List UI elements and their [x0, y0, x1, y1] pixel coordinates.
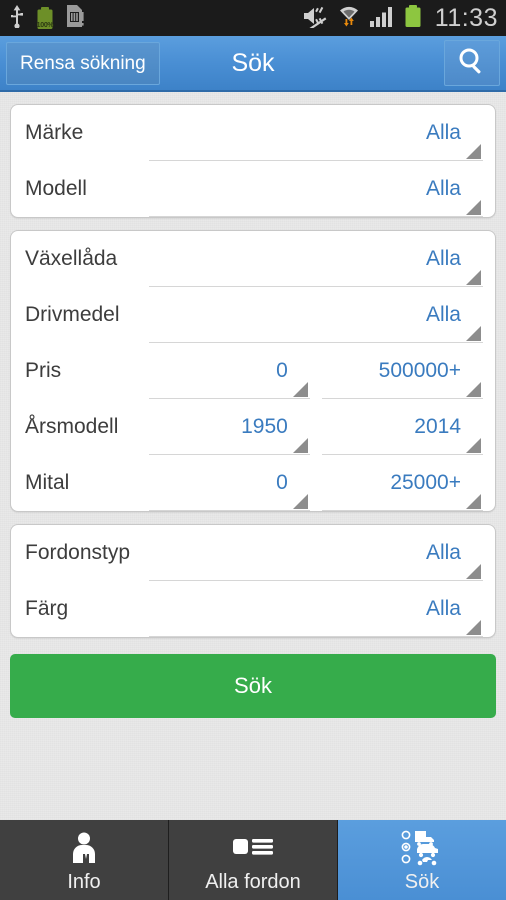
chevron-down-icon — [466, 144, 481, 159]
filter-fields: Alla — [148, 581, 483, 637]
filter-row-mital: Mital 0 25000+ — [11, 455, 495, 511]
filter-value: 1950 — [241, 414, 288, 438]
filter-row-pris: Pris 0 500000+ — [11, 343, 495, 399]
filter-select-marke[interactable]: Alla — [148, 105, 483, 161]
sd-card-warning-icon — [64, 4, 86, 33]
chevron-down-icon — [466, 620, 481, 635]
filter-select-arsmodell-max[interactable]: 2014 — [321, 399, 483, 455]
filter-label: Drivmedel — [25, 303, 120, 326]
vehicle-select-icon — [400, 829, 444, 867]
status-icons-right: 11:33 — [301, 3, 498, 34]
filter-card-specs: Växellåda Alla Drivmedel Alla Pris 0 500… — [10, 230, 496, 512]
filter-value: Alla — [425, 596, 461, 620]
chevron-down-icon — [466, 270, 481, 285]
filter-value: 2014 — [414, 414, 461, 438]
chevron-down-icon — [466, 326, 481, 341]
filter-label: Modell — [25, 177, 87, 200]
chevron-down-icon — [292, 438, 308, 453]
filter-fields: 0 25000+ — [148, 455, 483, 511]
search-icon — [456, 45, 488, 82]
app-header: Rensa sökning Sök — [0, 36, 506, 92]
tab-sok[interactable]: Sök — [338, 820, 506, 900]
filter-select-pris-max[interactable]: 500000+ — [321, 343, 483, 399]
filter-row-drivmedel: Drivmedel Alla — [11, 287, 495, 343]
search-form-scroll[interactable]: Märke Alla Modell Alla Växellåda Alla Dr… — [0, 92, 506, 900]
filter-value: Alla — [425, 302, 461, 326]
filter-select-fordonstyp[interactable]: Alla — [148, 525, 483, 581]
filter-row-marke: Märke Alla — [11, 105, 495, 161]
filter-select-mital-max[interactable]: 25000+ — [321, 455, 483, 511]
filter-label: Märke — [25, 121, 84, 144]
filter-row-modell: Modell Alla — [11, 161, 495, 217]
chevron-down-icon — [466, 494, 481, 509]
chevron-down-icon — [466, 438, 481, 453]
clock-label: 11:33 — [434, 3, 498, 32]
filter-value: Alla — [425, 120, 461, 144]
wifi-transfer-icon — [337, 4, 361, 33]
filter-label: Mital — [25, 471, 70, 494]
signal-bars-icon — [369, 4, 395, 33]
person-icon — [66, 829, 102, 867]
filter-value: Alla — [425, 176, 461, 200]
filter-value: Alla — [425, 540, 461, 564]
filter-select-drivmedel[interactable]: Alla — [148, 287, 483, 343]
filter-select-mital-min[interactable]: 0 — [148, 455, 310, 511]
filter-row-vaxellada: Växellåda Alla — [11, 231, 495, 287]
clear-search-button[interactable]: Rensa sökning — [6, 41, 160, 85]
usb-icon — [8, 4, 26, 33]
tab-label: Info — [67, 870, 101, 893]
filter-label: Årsmodell — [25, 415, 119, 438]
filter-fields: 1950 2014 — [148, 399, 483, 455]
filter-row-fordonstyp: Fordonstyp Alla — [11, 525, 495, 581]
filter-card-type: Fordonstyp Alla Färg Alla — [10, 524, 496, 638]
submit-search-button[interactable]: Sök — [10, 654, 496, 718]
list-icon — [232, 829, 274, 867]
filter-value: Alla — [425, 246, 461, 270]
tab-alla-fordon[interactable]: Alla fordon — [169, 820, 338, 900]
status-bar: 100% 11:33 — [0, 0, 506, 36]
chevron-down-icon — [292, 494, 308, 509]
filter-fields: Alla — [148, 231, 483, 287]
tab-label: Sök — [404, 870, 440, 893]
filter-row-arsmodell: Årsmodell 1950 2014 — [11, 399, 495, 455]
filter-label: Pris — [25, 359, 62, 382]
filter-select-farg[interactable]: Alla — [148, 581, 483, 637]
filter-select-modell[interactable]: Alla — [148, 161, 483, 217]
filter-fields: Alla — [148, 105, 483, 161]
status-icons-left: 100% — [8, 4, 86, 33]
filter-select-arsmodell-min[interactable]: 1950 — [148, 399, 310, 455]
mute-icon — [301, 4, 329, 34]
battery-percent-label: 100% — [36, 22, 54, 29]
filter-label: Färg — [25, 597, 69, 620]
filter-select-pris-min[interactable]: 0 — [148, 343, 310, 399]
filter-value: 500000+ — [378, 358, 461, 382]
search-button[interactable] — [444, 40, 500, 86]
tab-label: Alla fordon — [205, 870, 301, 893]
filter-value: 0 — [276, 358, 288, 382]
battery-charge-icon: 100% — [35, 6, 55, 30]
chevron-down-icon — [466, 200, 481, 215]
filter-card-make: Märke Alla Modell Alla — [10, 104, 496, 218]
filter-value: 25000+ — [390, 470, 461, 494]
filter-label: Växellåda — [25, 247, 118, 270]
filter-fields: 0 500000+ — [148, 343, 483, 399]
filter-row-farg: Färg Alla — [11, 581, 495, 637]
filter-fields: Alla — [148, 287, 483, 343]
filter-select-vaxellada[interactable]: Alla — [148, 231, 483, 287]
battery-icon — [403, 4, 423, 33]
filter-label: Fordonstyp — [25, 541, 131, 564]
tab-info[interactable]: Info — [0, 820, 169, 900]
chevron-down-icon — [292, 382, 308, 397]
filter-fields: Alla — [148, 525, 483, 581]
filter-fields: Alla — [148, 161, 483, 217]
chevron-down-icon — [466, 382, 481, 397]
filter-value: 0 — [276, 470, 288, 494]
chevron-down-icon — [466, 564, 481, 579]
bottom-tab-bar: Info Alla fordon Sök — [0, 820, 506, 900]
